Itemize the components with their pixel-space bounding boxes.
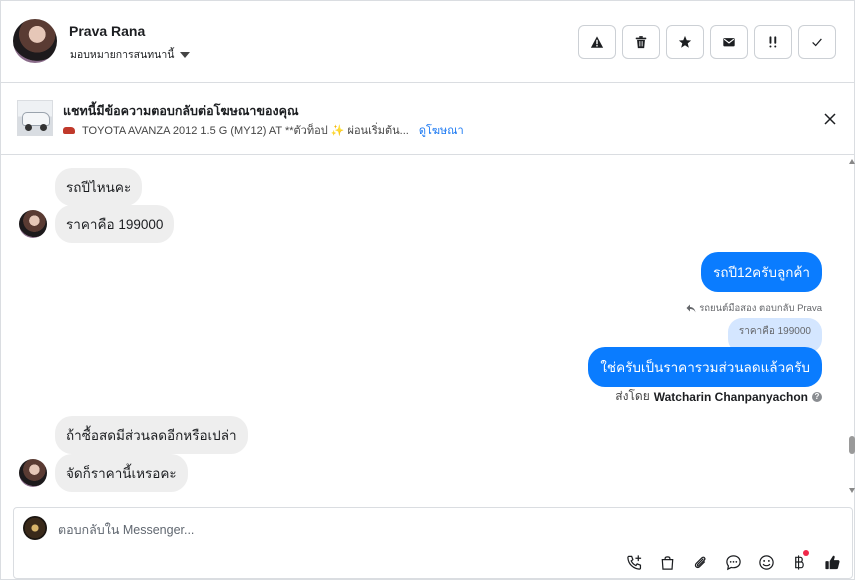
delete-button[interactable] (622, 25, 660, 59)
payment-button[interactable] (789, 550, 809, 572)
conversation-header: Prava Rana มอบหมายการสนทนานี้ (1, 1, 855, 83)
help-icon[interactable]: ? (812, 391, 822, 402)
mark-unread-button[interactable] (710, 25, 748, 59)
header-actions (578, 25, 836, 59)
check-icon (812, 38, 822, 47)
attachment-icon (694, 556, 705, 568)
sent-by-label: ส่งโดย Watcharin Chanpanyachon ? (615, 387, 822, 406)
like-button[interactable] (822, 552, 842, 572)
close-icon[interactable] (822, 111, 838, 127)
notification-dot (803, 550, 809, 556)
emoji-icon (758, 554, 774, 570)
reply-context: รถยนต์มือสอง ตอบกลับ Prava (686, 301, 822, 316)
contact-avatar-small (19, 210, 47, 238)
emoji-button[interactable] (756, 552, 776, 572)
ad-banner-title: แชทนี้มีข้อความตอบกลับต่อโฆษณาของคุณ (63, 104, 299, 118)
car-icon (63, 126, 75, 134)
inbox-conversation-panel: Prava Rana มอบหมายการสนทนานี้ แชทนี้มีข้… (0, 0, 855, 580)
baht-icon (794, 554, 804, 570)
composer-toolbar (624, 550, 842, 572)
saved-replies-button[interactable] (723, 552, 743, 572)
saved-reply-icon (725, 554, 741, 570)
shop-button[interactable] (657, 552, 677, 572)
ad-description: TOYOTA AVANZA 2012 1.5 G (MY12) AT **ตัว… (63, 121, 464, 139)
outgoing-message: ใช่ครับเป็นราคารวมส่วนลดแล้วครับ (588, 347, 822, 387)
incoming-message: ราคาคือ 199000 (55, 205, 175, 243)
star-icon (678, 35, 692, 48)
message-composer (13, 507, 853, 579)
shopping-bag-icon (661, 555, 673, 570)
reply-input[interactable] (58, 520, 758, 540)
scroll-up-arrow-icon[interactable] (849, 159, 855, 164)
mark-spam-button[interactable] (578, 25, 616, 59)
scroll-down-arrow-icon[interactable] (849, 488, 855, 493)
attach-button[interactable] (690, 552, 710, 572)
incoming-message: ถ้าซื้อสดมีส่วนลดอีกหรือเปล่า (55, 416, 248, 454)
contact-avatar-small (19, 459, 47, 487)
scroll-thumb[interactable] (849, 436, 855, 454)
contact-avatar[interactable] (13, 19, 57, 63)
assign-label: มอบหมายการสนทนานี้ (70, 49, 175, 61)
ad-thumbnail[interactable] (17, 100, 53, 136)
call-add-icon (626, 554, 641, 570)
caret-down-icon (180, 51, 191, 58)
reply-arrow-icon (686, 304, 696, 313)
trash-icon (635, 36, 647, 49)
incoming-message: จัดก็ราคานี้เหรอคะ (55, 454, 188, 492)
assign-conversation-dropdown[interactable]: มอบหมายการสนทนานี้ (70, 46, 191, 63)
outgoing-message: รถปี12ครับลูกค้า (701, 252, 822, 292)
view-ad-link[interactable]: ดูโฆษณา (419, 121, 464, 139)
page-avatar (23, 516, 47, 540)
call-button[interactable] (624, 552, 644, 572)
follow-up-icon (769, 36, 777, 48)
incoming-message: รถปีไหนคะ (55, 168, 143, 206)
sent-by-prefix: ส่งโดย (615, 389, 650, 403)
envelope-icon (723, 38, 735, 47)
star-button[interactable] (666, 25, 704, 59)
scrollbar[interactable] (848, 155, 855, 505)
mark-done-button[interactable] (798, 25, 836, 59)
sender-name: Watcharin Chanpanyachon (653, 389, 808, 404)
contact-name[interactable]: Prava Rana (69, 23, 145, 39)
message-thread[interactable]: รถปีไหนคะ ราคาคือ 199000 รถปี12ครับลูกค้… (1, 155, 855, 505)
like-icon (824, 555, 840, 569)
follow-up-button[interactable] (754, 25, 792, 59)
warning-icon (590, 36, 604, 48)
reply-context-text: รถยนต์มือสอง ตอบกลับ Prava (699, 303, 822, 314)
ad-description-text: TOYOTA AVANZA 2012 1.5 G (MY12) AT **ตัว… (82, 125, 409, 137)
ad-reply-banner: แชทนี้มีข้อความตอบกลับต่อโฆษณาของคุณ TOY… (1, 83, 855, 155)
